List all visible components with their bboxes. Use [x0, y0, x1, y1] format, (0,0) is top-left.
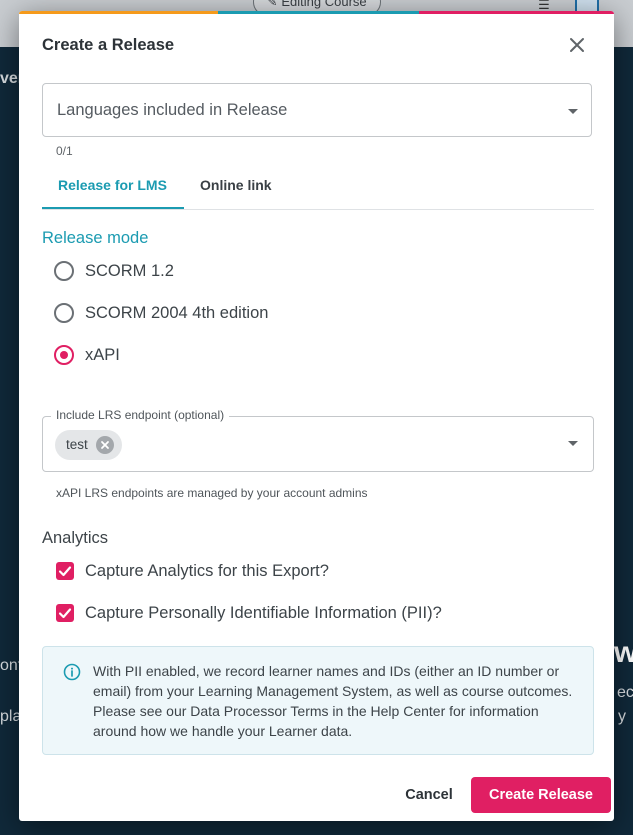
- active-tab-indicator: [42, 207, 184, 209]
- languages-counter: 0/1: [56, 144, 73, 158]
- background-text-fragment: ec: [617, 684, 633, 701]
- info-icon: [63, 663, 81, 681]
- checkmark-icon: [58, 566, 72, 577]
- lrs-chip-label: test: [66, 437, 88, 452]
- dialog-title: Create a Release: [42, 36, 175, 54]
- checkbox-capture-pii[interactable]: [56, 604, 74, 622]
- chip-remove-icon[interactable]: [96, 436, 114, 454]
- radio-scorm-2004[interactable]: [54, 303, 74, 323]
- cancel-button[interactable]: Cancel: [389, 777, 469, 813]
- checkbox-capture-pii-label[interactable]: Capture Personally Identifiable Informat…: [85, 604, 442, 623]
- create-release-dialog: Create a Release Languages included in R…: [19, 11, 614, 821]
- tab-release-for-lms[interactable]: Release for LMS: [58, 177, 167, 193]
- release-mode-label: Release mode: [42, 229, 149, 247]
- languages-select-placeholder: Languages included in Release: [57, 101, 288, 119]
- radio-scorm-2004-label[interactable]: SCORM 2004 4th edition: [85, 304, 268, 323]
- accent-bar-pink: [419, 11, 614, 14]
- radio-scorm-12[interactable]: [54, 261, 74, 281]
- pencil-icon: ✎: [267, 0, 278, 9]
- checkmark-icon: [58, 608, 72, 619]
- lrs-endpoint-legend: Include LRS endpoint (optional): [51, 408, 230, 422]
- analytics-label: Analytics: [42, 529, 109, 547]
- languages-select[interactable]: Languages included in Release: [42, 83, 592, 137]
- accent-bar-teal: [218, 11, 419, 14]
- pii-info-text: With PII enabled, we record learner name…: [93, 663, 573, 739]
- accent-bar-orange: [19, 11, 218, 14]
- tabs-divider: [42, 209, 594, 210]
- radio-xapi-label[interactable]: xAPI: [85, 346, 120, 365]
- checkbox-capture-analytics[interactable]: [56, 562, 74, 580]
- background-text-fragment: y: [618, 708, 626, 725]
- background-text-fragment: w: [614, 636, 633, 669]
- radio-scorm-12-label[interactable]: SCORM 1.2: [85, 262, 174, 281]
- close-icon[interactable]: [567, 35, 587, 55]
- lrs-helper-text: xAPI LRS endpoints are managed by your a…: [56, 486, 368, 500]
- create-release-button[interactable]: Create Release: [471, 777, 611, 813]
- chevron-down-icon: [568, 109, 578, 114]
- radio-xapi[interactable]: [54, 345, 74, 365]
- editing-course-label: Editing Course: [281, 0, 367, 9]
- checkbox-capture-analytics-label[interactable]: Capture Analytics for this Export?: [85, 562, 329, 581]
- lrs-endpoint-select[interactable]: [42, 416, 594, 472]
- tab-online-link[interactable]: Online link: [200, 177, 272, 193]
- chevron-down-icon: [568, 441, 578, 446]
